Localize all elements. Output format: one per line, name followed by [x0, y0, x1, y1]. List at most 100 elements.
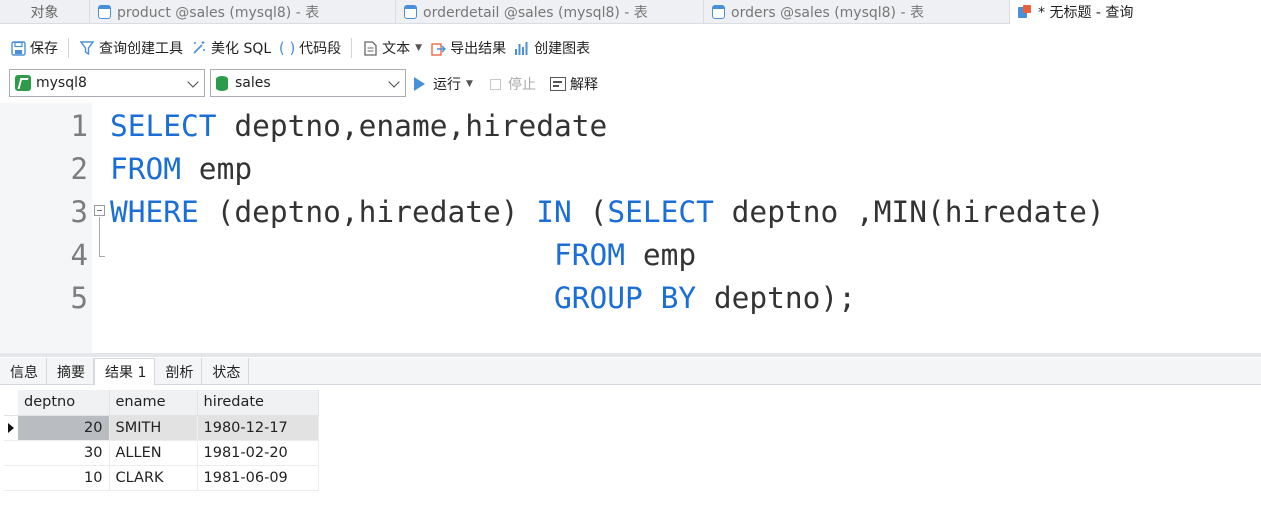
tab-orders-table[interactable]: orders @sales (mysql8) - 表: [704, 0, 1010, 24]
cell-hiredate[interactable]: 1981-06-09: [197, 465, 319, 491]
sql-text: emp: [625, 238, 697, 272]
beautify-sql-label: 美化 SQL: [211, 41, 272, 57]
tab-result-1[interactable]: 结果 1: [94, 358, 156, 386]
stop-button[interactable]: 停止: [490, 72, 536, 96]
sql-keyword: FROM: [110, 152, 182, 186]
code-line-3: WHERE (deptno,hiredate) IN (SELECT deptn…: [110, 191, 1105, 234]
pane-splitter[interactable]: [0, 353, 1261, 357]
run-button[interactable]: 运行 ▼: [414, 72, 473, 96]
row-selector[interactable]: [4, 440, 18, 466]
run-label: 运行: [433, 77, 461, 93]
cell-ename[interactable]: CLARK: [109, 465, 198, 491]
sql-keyword: IN: [536, 195, 572, 229]
column-header-hiredate[interactable]: hiredate: [197, 390, 319, 416]
query-icon: [1018, 5, 1032, 19]
sql-keyword: SELECT: [110, 109, 217, 143]
table-icon: [98, 5, 111, 19]
dropdown-caret-icon: ▼: [415, 43, 423, 53]
tab-objects[interactable]: 对象: [0, 0, 90, 24]
connection-select[interactable]: mysql8: [9, 69, 205, 97]
chevron-down-icon: [187, 76, 199, 88]
row-header-corner: [4, 390, 18, 416]
row-selector[interactable]: [4, 415, 18, 441]
create-chart-label: 创建图表: [534, 41, 591, 57]
beautify-sql-button[interactable]: 美化 SQL: [187, 36, 275, 60]
sql-keyword: GROUP BY: [554, 281, 697, 315]
save-button[interactable]: 保存: [6, 36, 62, 60]
connection-value: mysql8: [36, 75, 87, 91]
table-row[interactable]: 10 CLARK 1981-06-09: [4, 465, 319, 491]
fold-toggle-icon[interactable]: [94, 205, 105, 216]
database-value: sales: [235, 75, 271, 91]
tab-info[interactable]: 信息: [0, 358, 47, 385]
tab-label: 状态: [212, 364, 241, 381]
code-line-1: SELECT deptno,ename,hiredate: [110, 105, 607, 148]
database-select[interactable]: sales: [210, 69, 406, 97]
tab-untitled-query[interactable]: * 无标题 - 查询: [1010, 0, 1261, 24]
mysql-connection-icon: [15, 75, 31, 91]
sql-text: deptno,ename,hiredate: [216, 109, 608, 143]
sql-text: (deptno,hiredate): [198, 195, 537, 229]
stop-icon: [490, 78, 501, 90]
cell-hiredate[interactable]: 1980-12-17: [197, 415, 319, 441]
code-snippet-button[interactable]: ( ) 代码段: [275, 36, 345, 60]
database-icon: [216, 75, 228, 91]
stop-label: 停止: [508, 77, 536, 93]
result-tabs: 信息 摘要 结果 1 剖析 状态: [0, 358, 1261, 386]
tab-profile[interactable]: 剖析: [155, 358, 203, 385]
sql-indent: [110, 238, 554, 272]
sql-text: deptno ,MIN(hiredate): [713, 195, 1105, 229]
tab-label: product @sales (mysql8) - 表: [117, 5, 320, 21]
code-snippet-label: 代码段: [299, 41, 342, 57]
sql-text: emp: [181, 152, 253, 186]
tab-label: 信息: [10, 364, 38, 381]
line-number: 3: [70, 195, 88, 229]
text-mode-label: 文本: [382, 41, 411, 57]
code-line-5: GROUP BY deptno);: [110, 277, 856, 320]
parentheses-icon: ( ): [278, 39, 296, 57]
column-header-ename[interactable]: ename: [109, 390, 198, 416]
line-number: 5: [70, 281, 88, 315]
explain-button[interactable]: 解释: [550, 72, 598, 96]
tab-orderdetail-table[interactable]: orderdetail @sales (mysql8) - 表: [396, 0, 704, 24]
dropdown-caret-icon: ▼: [466, 79, 473, 89]
table-row[interactable]: 30 ALLEN 1981-02-20: [4, 440, 319, 466]
tab-product-table[interactable]: product @sales (mysql8) - 表: [90, 0, 396, 24]
export-icon: [430, 40, 446, 56]
cell-deptno[interactable]: 20: [18, 415, 110, 441]
code-line-2: FROM emp: [110, 148, 252, 191]
result-grid: deptno ename hiredate 20 SMITH 1980-12-1…: [4, 390, 319, 491]
query-builder-button[interactable]: 查询创建工具: [75, 36, 187, 60]
tab-label: 摘要: [57, 364, 85, 381]
column-header-deptno[interactable]: deptno: [18, 390, 110, 416]
sql-keyword: SELECT: [607, 195, 714, 229]
sql-text: (: [571, 195, 608, 229]
cell-deptno[interactable]: 10: [18, 465, 110, 491]
chevron-down-icon: [388, 76, 400, 88]
cell-ename[interactable]: SMITH: [109, 415, 198, 441]
magic-wand-icon: [191, 40, 207, 56]
chart-icon: [514, 40, 530, 56]
cell-deptno[interactable]: 30: [18, 440, 110, 466]
divider: [351, 38, 353, 58]
tab-label: orderdetail @sales (mysql8) - 表: [423, 5, 648, 21]
grid-header-row: deptno ename hiredate: [4, 390, 319, 416]
export-results-button[interactable]: 导出结果: [426, 36, 510, 60]
save-icon: [10, 40, 26, 56]
sql-keyword: FROM: [554, 238, 626, 272]
play-icon: [414, 77, 425, 91]
code-line-4: FROM emp: [110, 234, 696, 277]
text-mode-button[interactable]: 文本 ▼: [358, 36, 426, 60]
create-chart-button[interactable]: 创建图表: [510, 36, 594, 60]
table-icon: [404, 5, 417, 19]
tab-label: 结果 1: [105, 365, 147, 381]
row-selector[interactable]: [4, 465, 18, 491]
tab-summary[interactable]: 摘要: [47, 358, 94, 385]
line-number: 1: [70, 109, 88, 143]
tab-status[interactable]: 状态: [202, 358, 250, 385]
cell-ename[interactable]: ALLEN: [109, 440, 198, 466]
sql-editor[interactable]: 1 2 3 4 5 SELECT deptno,ename,hiredate F…: [0, 103, 1261, 353]
cell-hiredate[interactable]: 1981-02-20: [197, 440, 319, 466]
table-row[interactable]: 20 SMITH 1980-12-17: [4, 415, 319, 441]
export-results-label: 导出结果: [450, 41, 507, 57]
